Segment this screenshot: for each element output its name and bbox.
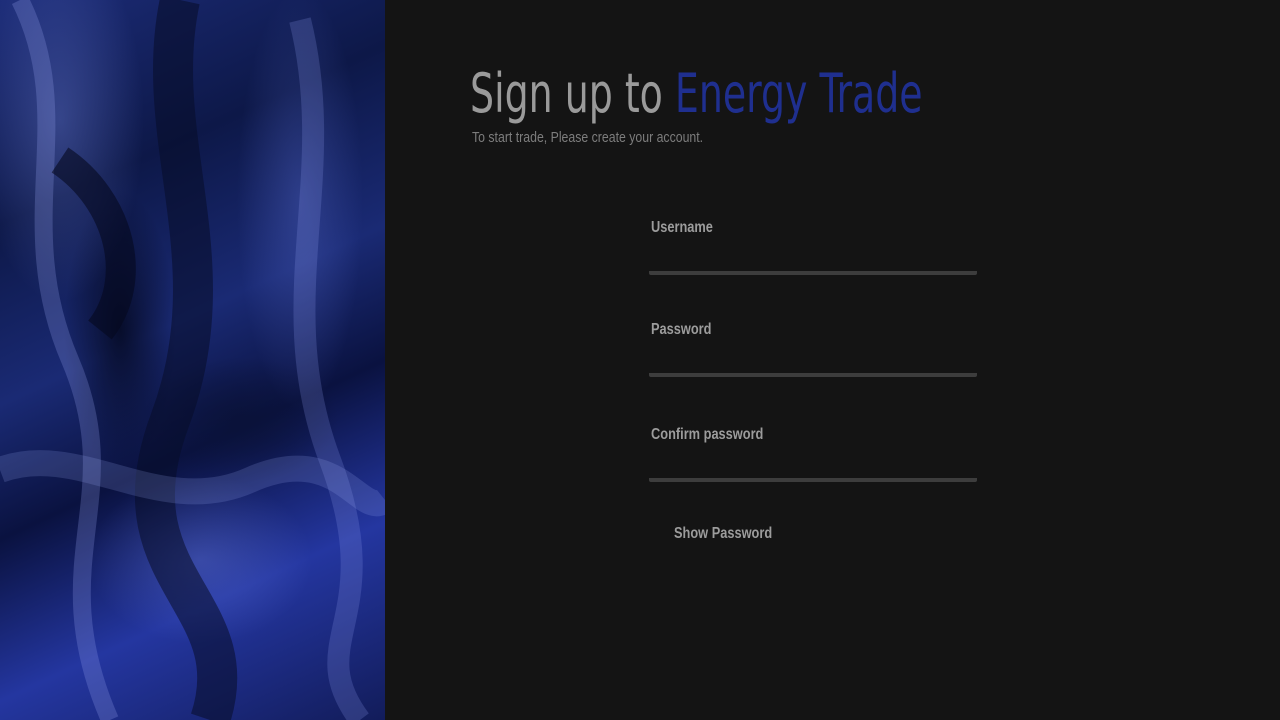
fabric-folds [0, 0, 385, 720]
password-field-group: Password [649, 321, 977, 377]
username-label: Username [651, 219, 713, 236]
confirm-password-input[interactable] [649, 456, 977, 482]
blue-fabric-image [0, 0, 385, 720]
password-input[interactable] [649, 351, 977, 377]
username-input[interactable] [649, 249, 977, 275]
page-subtitle: To start trade, Please create your accou… [472, 129, 704, 146]
title-prefix: Sign up to [470, 62, 675, 125]
confirm-password-field-group: Confirm password [649, 426, 977, 482]
page-title: Sign up to Energy Trade [470, 62, 923, 125]
username-field-group: Username [649, 219, 977, 275]
brand-name: Energy Trade [674, 62, 923, 125]
confirm-password-label: Confirm password [651, 426, 764, 443]
password-label: Password [651, 321, 712, 338]
show-password-toggle[interactable]: Show Password [674, 525, 772, 543]
signup-screen: Sign up to Energy Trade To start trade, … [0, 0, 1280, 720]
